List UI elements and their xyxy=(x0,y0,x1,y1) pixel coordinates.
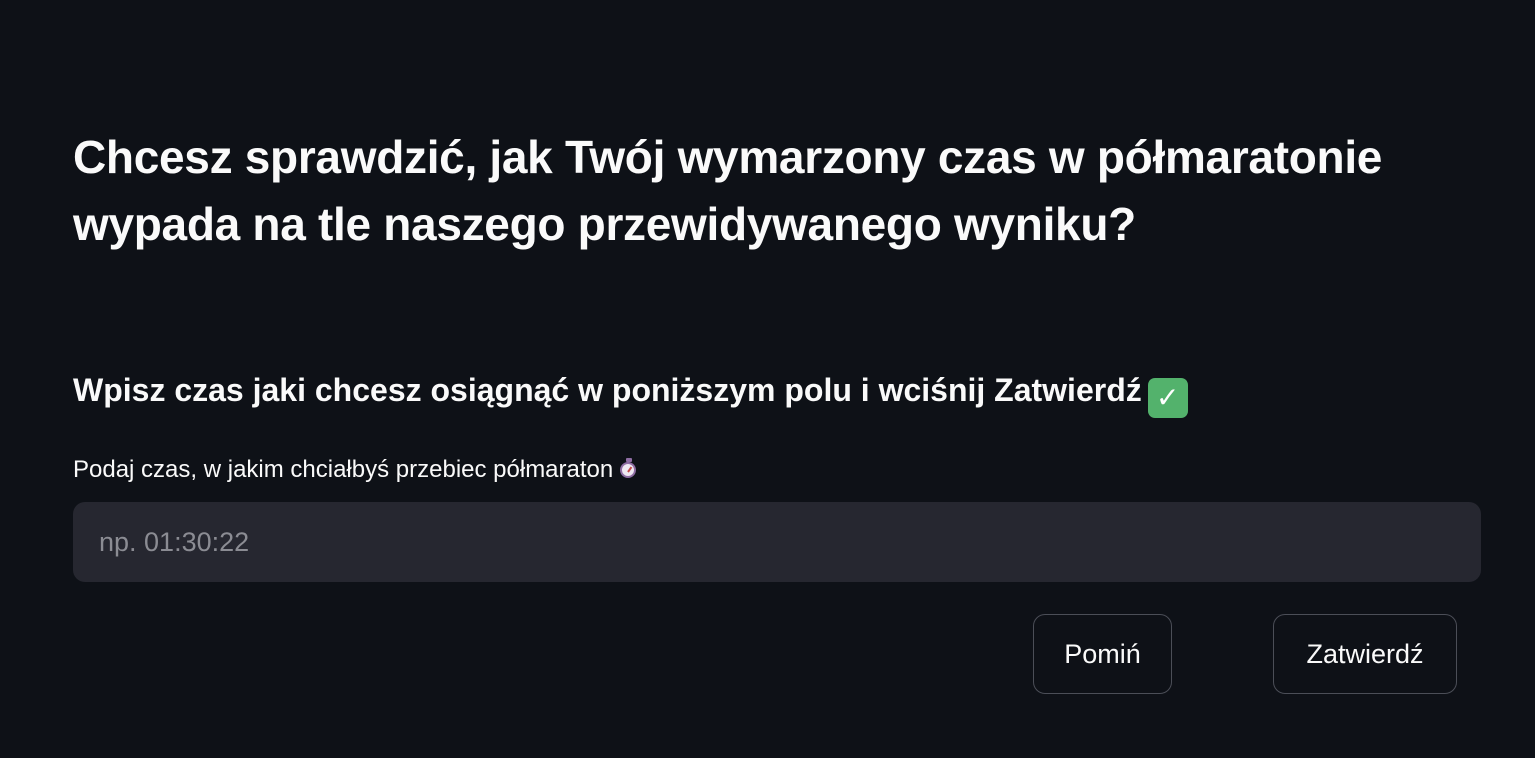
time-field-label: Podaj czas, w jakim chciałbyś przebiec p… xyxy=(73,454,639,486)
stopwatch-icon xyxy=(619,458,639,480)
subtitle: Wpisz czas jaki chcesz osiągnąć w poniżs… xyxy=(73,366,1188,418)
white-check-mark-icon: ✓ xyxy=(1147,378,1188,418)
time-field-label-text: Podaj czas, w jakim chciałbyś przebiec p… xyxy=(73,456,614,483)
page-title: Chcesz sprawdzić, jak Twój wymarzony cza… xyxy=(73,131,1383,250)
submit-button[interactable]: Zatwierdź xyxy=(1273,614,1457,694)
time-input[interactable] xyxy=(73,502,1481,582)
subtitle-text: Wpisz czas jaki chcesz osiągnąć w poniżs… xyxy=(73,372,1142,408)
skip-button[interactable]: Pomiń xyxy=(1033,614,1172,694)
